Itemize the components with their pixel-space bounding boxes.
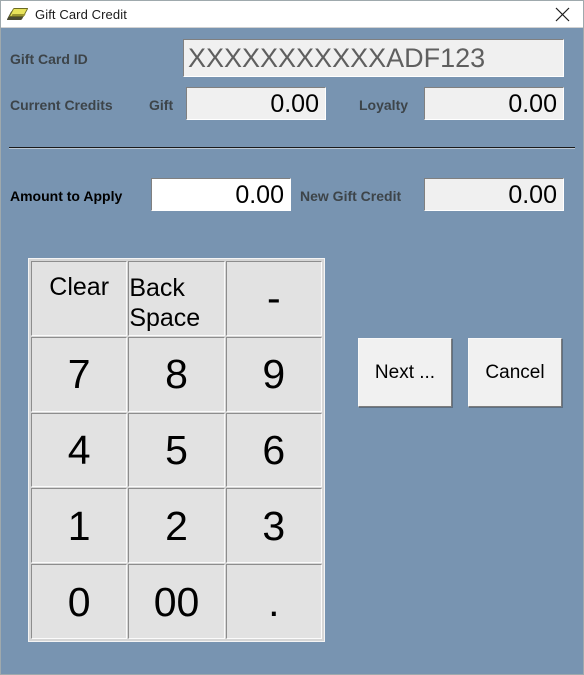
key-minus[interactable]: - bbox=[225, 261, 322, 336]
current-credits-label: Current Credits bbox=[10, 97, 113, 113]
cancel-button[interactable]: Cancel bbox=[468, 338, 562, 407]
key-9[interactable]: 9 bbox=[225, 336, 322, 412]
gift-card-id-label: Gift Card ID bbox=[10, 51, 88, 67]
key-8[interactable]: 8 bbox=[128, 336, 225, 412]
gift-credit-label: Gift bbox=[149, 97, 174, 113]
title-bar: Gift Card Credit bbox=[1, 1, 583, 28]
key-2[interactable]: 2 bbox=[128, 488, 225, 564]
close-button[interactable] bbox=[539, 1, 583, 27]
key-1[interactable]: 1 bbox=[31, 488, 128, 564]
loyalty-credit-label: Loyalty bbox=[359, 97, 409, 113]
amount-to-apply-value: 0.00 bbox=[235, 180, 284, 209]
window-title: Gift Card Credit bbox=[35, 6, 127, 22]
numeric-keypad: Clear Back Space -7 8 9 4 5 6 1 2 3 0 00. bbox=[28, 258, 325, 642]
next-button[interactable]: Next ... bbox=[358, 338, 452, 407]
key-9-label: 9 bbox=[262, 351, 286, 398]
close-icon bbox=[555, 7, 569, 21]
gift-credit-value: 0.00 bbox=[270, 89, 319, 118]
gift-card-credit-window: Gift Card Credit Gift Card ID XXXXXXXXXX… bbox=[0, 0, 584, 675]
new-gift-credit-field[interactable]: 0.00 bbox=[424, 178, 564, 211]
gift-credit-field[interactable]: 0.00 bbox=[186, 87, 326, 120]
key-double-zero[interactable]: 00 bbox=[128, 564, 225, 639]
key-1-label: 1 bbox=[67, 502, 91, 549]
gift-card-id-field[interactable]: XXXXXXXXXXXADF123 bbox=[183, 39, 564, 77]
key-double-zero-label: 00 bbox=[153, 578, 200, 625]
key-minus-label: - bbox=[267, 275, 281, 322]
next-button-label: Next ... bbox=[374, 361, 436, 383]
amount-to-apply-label: Amount to Apply bbox=[10, 188, 123, 204]
key-7-label: 7 bbox=[67, 351, 91, 398]
new-gift-credit-label: New Gift Credit bbox=[300, 188, 402, 204]
key-4[interactable]: 4 bbox=[31, 412, 128, 488]
key-5-label: 5 bbox=[165, 426, 188, 473]
key-clear-label: Clear bbox=[49, 273, 110, 301]
dialog-body: Gift Card ID XXXXXXXXXXXADF123 Current C… bbox=[1, 28, 583, 674]
key-clear[interactable]: Clear bbox=[31, 261, 128, 336]
key-backspace-line-2: Space bbox=[129, 304, 201, 333]
key-backspace-line-1: Back bbox=[129, 274, 185, 303]
loyalty-credit-field[interactable]: 0.00 bbox=[424, 87, 564, 120]
gift-card-icon bbox=[6, 4, 29, 24]
key-8-label: 8 bbox=[165, 351, 188, 398]
key-decimal[interactable]: . bbox=[225, 564, 322, 639]
key-6-label: 6 bbox=[262, 426, 286, 473]
amount-to-apply-input[interactable]: 0.00 bbox=[151, 178, 291, 211]
loyalty-credit-value: 0.00 bbox=[508, 89, 557, 118]
key-0[interactable]: 0 bbox=[31, 564, 128, 639]
key-3[interactable]: 3 bbox=[225, 488, 322, 564]
key-6[interactable]: 6 bbox=[225, 412, 322, 488]
key-2-label: 2 bbox=[165, 502, 188, 549]
key-3-label: 3 bbox=[262, 502, 286, 549]
new-gift-credit-value: 0.00 bbox=[508, 180, 557, 209]
key-4-label: 4 bbox=[67, 426, 91, 473]
key-decimal-label: . bbox=[268, 578, 280, 625]
key-7[interactable]: 7 bbox=[31, 336, 128, 412]
gift-card-id-value: XXXXXXXXXXXADF123 bbox=[188, 43, 486, 73]
key-5[interactable]: 5 bbox=[128, 412, 225, 488]
cancel-button-label: Cancel bbox=[485, 361, 545, 383]
key-0-label: 0 bbox=[67, 578, 91, 625]
key-backspace[interactable]: Back Space bbox=[128, 261, 225, 336]
section-divider bbox=[9, 147, 575, 149]
